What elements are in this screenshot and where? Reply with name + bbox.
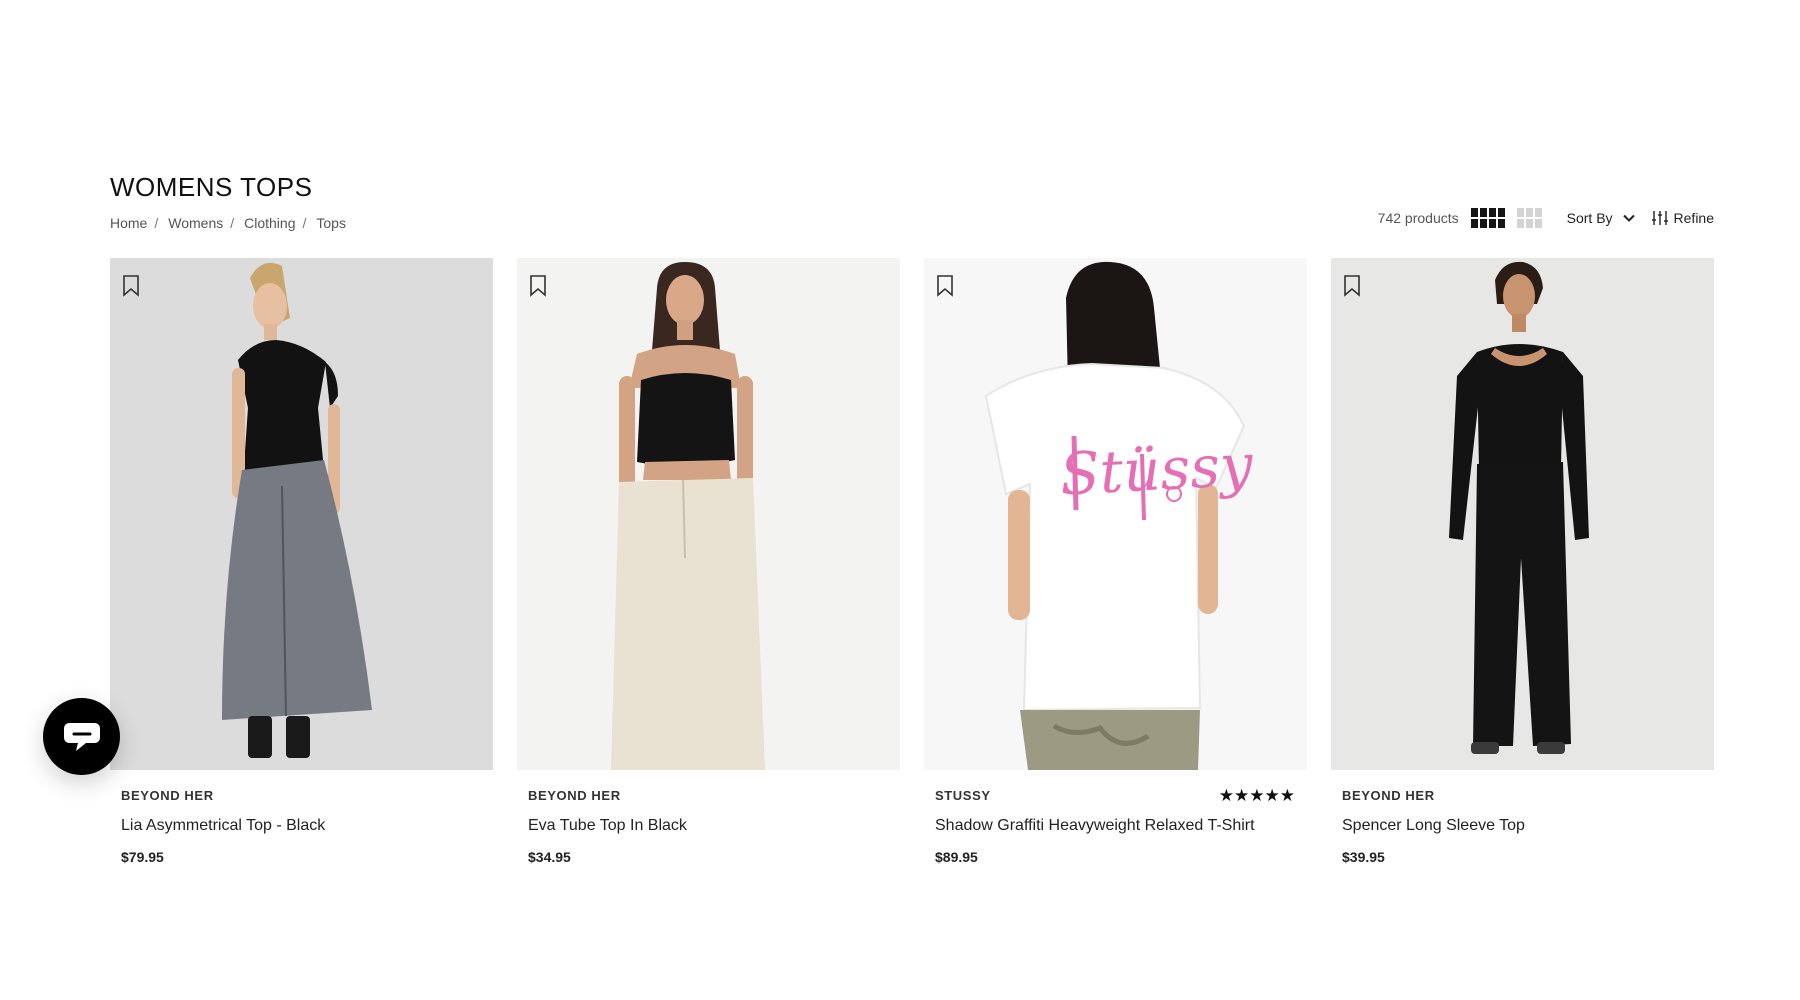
rating-stars: ★★★★★ xyxy=(1218,786,1295,805)
product-photo-eva-tube-top xyxy=(611,262,765,770)
breadcrumb-womens[interactable]: Womens xyxy=(168,215,223,231)
chat-bubble-icon xyxy=(63,722,100,751)
product-brand: BEYOND HER xyxy=(121,788,214,803)
sliders-icon xyxy=(1651,211,1668,225)
product-price: $89.95 xyxy=(935,849,978,865)
product-info: STUSSY ★★★★★ Shadow Graffiti Heavyweight… xyxy=(924,770,1307,865)
product-brand: BEYOND HER xyxy=(528,788,621,803)
product-photo-stussy-tee: Stüssy xyxy=(984,261,1256,770)
product-photo-lia-top xyxy=(222,262,372,758)
product-grid: BEYOND HER Lia Asymmetrical Top - Black … xyxy=(110,258,1714,865)
grid-4-column-icon[interactable] xyxy=(1470,208,1505,228)
breadcrumb-separator: / xyxy=(154,215,159,231)
bookmark-icon[interactable] xyxy=(122,275,140,297)
product-brand: BEYOND HER xyxy=(1342,788,1435,803)
product-image[interactable] xyxy=(110,258,493,770)
product-card[interactable]: BEYOND HER Spencer Long Sleeve Top $39.9… xyxy=(1331,258,1714,865)
breadcrumb: Home / Womens / Clothing / Tops xyxy=(110,215,346,231)
grid-3-column-icon[interactable] xyxy=(1516,208,1542,228)
product-price: $34.95 xyxy=(528,849,571,865)
product-photo-spencer-top xyxy=(1449,261,1589,754)
product-name[interactable]: Spencer Long Sleeve Top xyxy=(1342,817,1703,835)
product-card[interactable]: BEYOND HER Eva Tube Top In Black $34.95 xyxy=(517,258,900,865)
breadcrumb-separator: / xyxy=(230,215,235,231)
product-image[interactable] xyxy=(517,258,900,770)
product-count: 742 products xyxy=(1377,210,1459,226)
product-info: BEYOND HER Eva Tube Top In Black $34.95 xyxy=(517,770,900,865)
refine-button[interactable]: Refine xyxy=(1651,210,1714,226)
product-price: $39.95 xyxy=(1342,849,1385,865)
refine-label: Refine xyxy=(1673,210,1714,226)
product-image[interactable]: Stüssy xyxy=(924,258,1307,770)
svg-text:Stüssy: Stüssy xyxy=(1058,431,1255,509)
product-info: BEYOND HER Spencer Long Sleeve Top $39.9… xyxy=(1331,770,1714,865)
bookmark-icon[interactable] xyxy=(936,275,954,297)
chat-button[interactable] xyxy=(43,698,120,775)
product-name[interactable]: Lia Asymmetrical Top - Black xyxy=(121,817,482,835)
product-name[interactable]: Eva Tube Top In Black xyxy=(528,817,889,835)
breadcrumb-tops[interactable]: Tops xyxy=(316,215,346,231)
chevron-down-icon xyxy=(1622,214,1635,222)
sort-by-dropdown[interactable]: Sort By xyxy=(1567,210,1635,226)
breadcrumb-clothing[interactable]: Clothing xyxy=(244,215,295,231)
product-card[interactable]: Stüssy STUSSY ★★★★★ Shadow Graffiti Heav… xyxy=(924,258,1307,865)
product-info: BEYOND HER Lia Asymmetrical Top - Black … xyxy=(110,770,493,865)
breadcrumb-separator: / xyxy=(302,215,307,231)
product-price: $79.95 xyxy=(121,849,164,865)
bookmark-icon[interactable] xyxy=(1343,275,1361,297)
page-title: WOMENS TOPS xyxy=(110,172,313,202)
breadcrumb-home[interactable]: Home xyxy=(110,215,147,231)
sort-by-label: Sort By xyxy=(1566,210,1613,226)
listing-toolbar: 742 products Sort By Refine xyxy=(1378,206,1714,230)
product-name[interactable]: Shadow Graffiti Heavyweight Relaxed T-Sh… xyxy=(935,817,1296,835)
product-image[interactable] xyxy=(1331,258,1714,770)
product-card[interactable]: BEYOND HER Lia Asymmetrical Top - Black … xyxy=(110,258,493,865)
bookmark-icon[interactable] xyxy=(529,275,547,297)
